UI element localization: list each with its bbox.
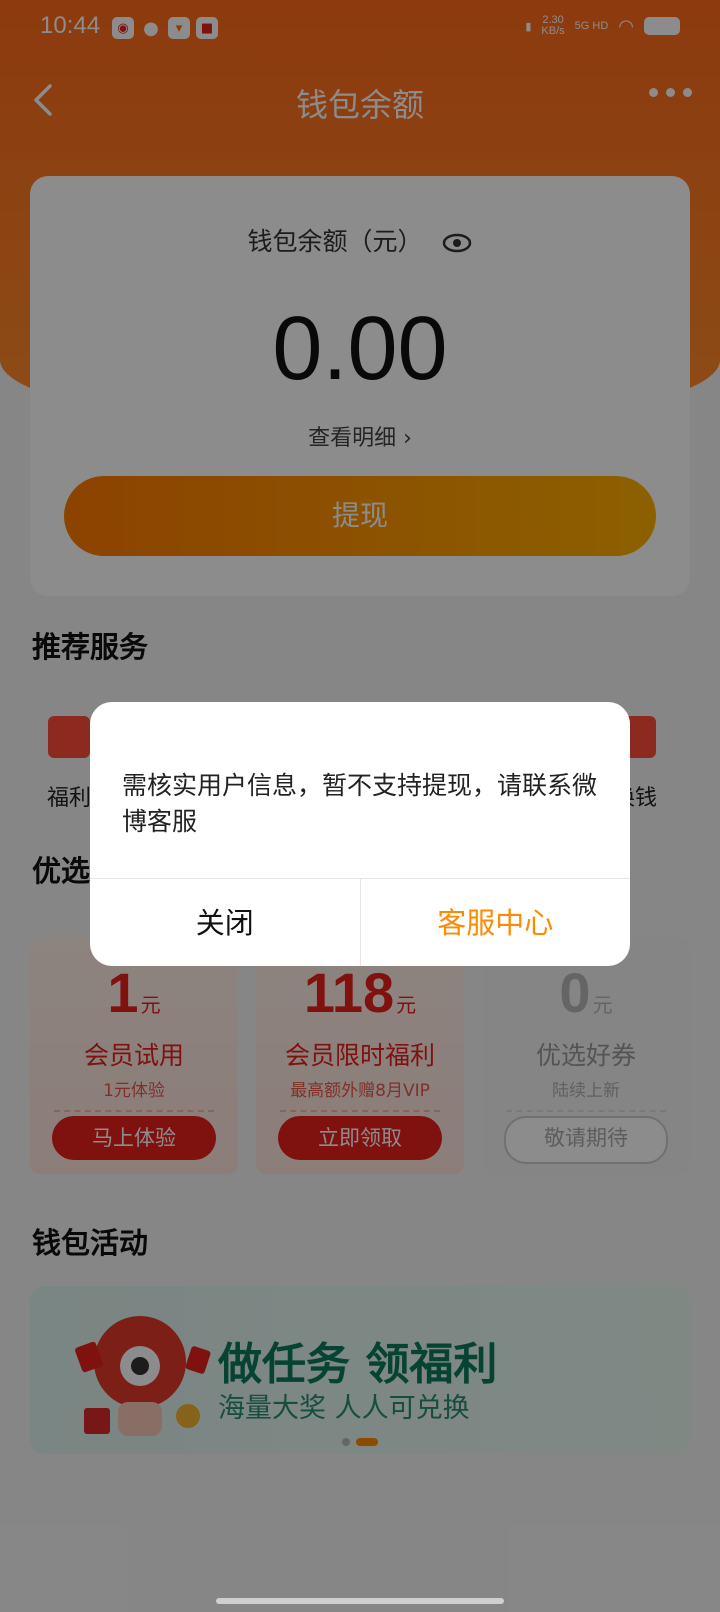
home-indicator[interactable] <box>216 1598 504 1604</box>
dialog-buttons: 关闭 客服中心 <box>90 878 630 966</box>
close-button[interactable]: 关闭 <box>90 879 361 966</box>
dialog-message: 需核实用户信息，暂不支持提现，请联系微博客服 <box>122 771 598 836</box>
alert-dialog: 需核实用户信息，暂不支持提现，请联系微博客服 关闭 客服中心 <box>90 702 630 966</box>
customer-service-button[interactable]: 客服中心 <box>361 879 631 966</box>
